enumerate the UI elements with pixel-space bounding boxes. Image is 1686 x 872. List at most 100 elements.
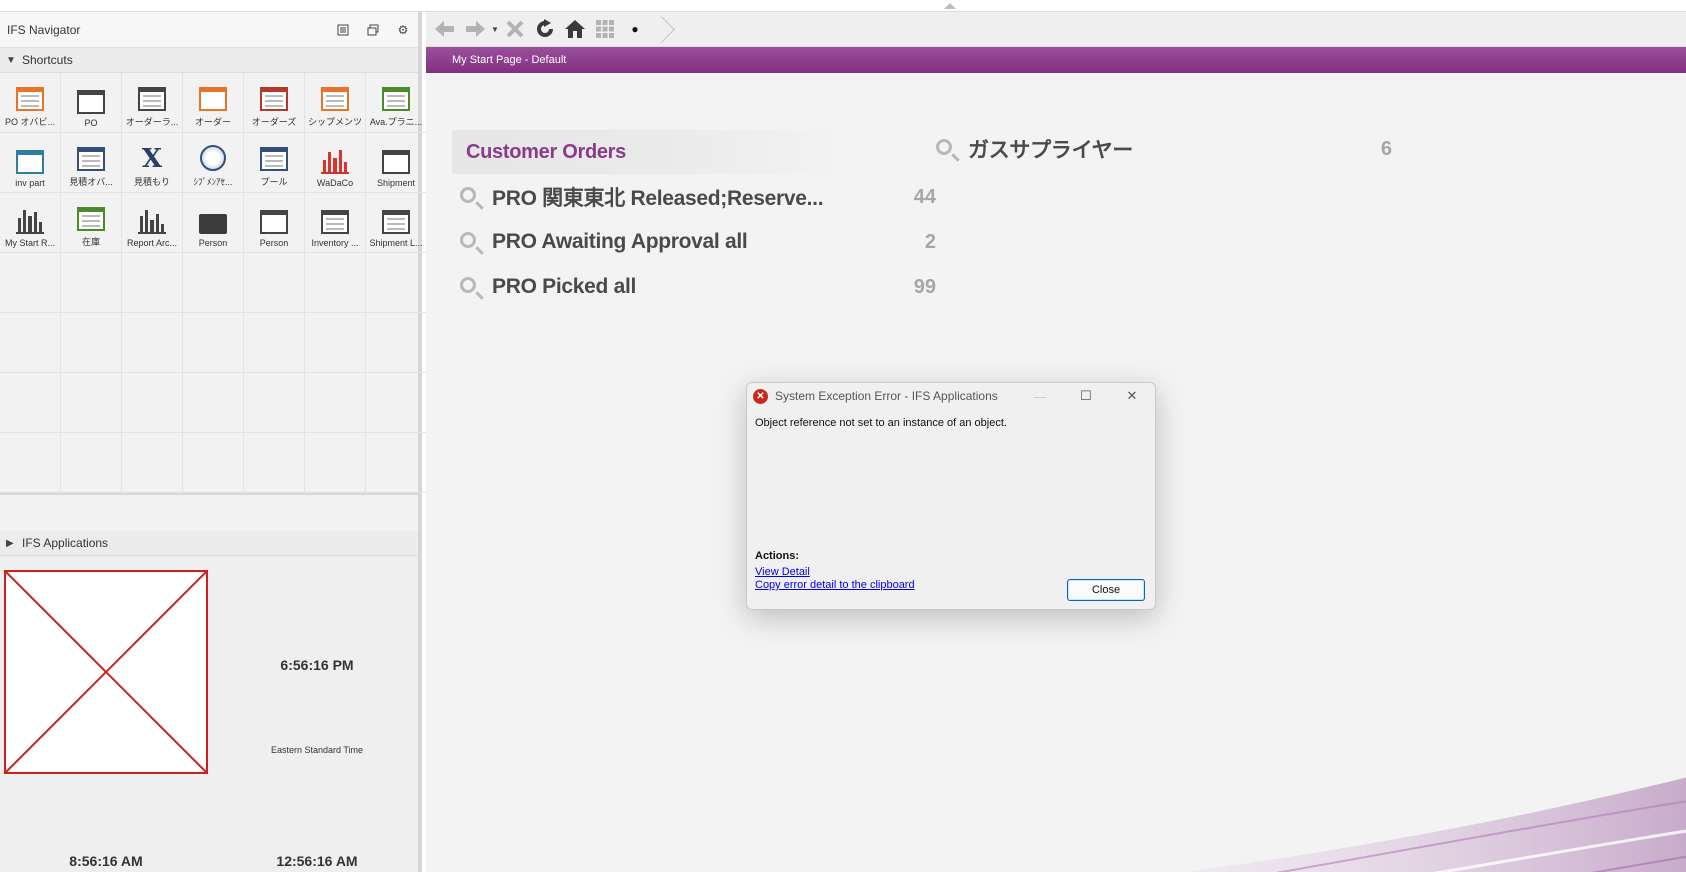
list-settings-icon[interactable] bbox=[328, 12, 358, 48]
shortcut-item[interactable]: オーダーズ bbox=[244, 73, 305, 133]
copy-error-detail-link[interactable]: Copy error detail to the clipboard bbox=[755, 579, 915, 591]
shortcut-item[interactable]: オーダーラ... bbox=[122, 73, 183, 133]
shortcut-item[interactable]: PO bbox=[61, 73, 122, 133]
form-window-icon bbox=[321, 210, 349, 234]
shortcut-item[interactable]: プール bbox=[244, 133, 305, 193]
bar-chart-icon bbox=[16, 210, 44, 234]
folder-icon bbox=[199, 214, 227, 234]
forward-arrow-icon[interactable] bbox=[460, 14, 490, 44]
shortcut-item[interactable]: Report Arc... bbox=[122, 193, 183, 253]
search-icon bbox=[932, 131, 968, 167]
shortcut-item[interactable]: Inventory ... bbox=[305, 193, 366, 253]
shortcut-label: Shipment bbox=[376, 178, 416, 188]
collapse-triangle-icon: ▼ bbox=[6, 54, 16, 66]
shortcuts-label: Shortcuts bbox=[22, 53, 73, 67]
query-row[interactable]: PRO Awaiting Approval all 2 bbox=[456, 224, 936, 260]
maximize-icon[interactable]: ☐ bbox=[1063, 383, 1109, 409]
query-label[interactable]: PRO Awaiting Approval all bbox=[492, 230, 876, 254]
expand-triangle-icon: ▶ bbox=[6, 537, 14, 549]
empty-cell bbox=[122, 253, 183, 313]
empty-cell bbox=[305, 373, 366, 433]
shortcut-item[interactable]: Person bbox=[183, 193, 244, 253]
gear-icon[interactable]: ⚙ bbox=[388, 12, 418, 48]
shortcut-item[interactable]: PO オバビ... bbox=[0, 73, 61, 133]
supplier-query-label[interactable]: ガスサプライヤー bbox=[968, 134, 1332, 164]
empty-cell bbox=[0, 373, 61, 433]
empty-cell bbox=[305, 313, 366, 373]
history-dropdown-icon[interactable]: ▼ bbox=[490, 14, 500, 44]
query-row[interactable]: PRO Picked all 99 bbox=[456, 269, 936, 305]
shortcuts-section-header[interactable]: ▼ Shortcuts bbox=[0, 48, 418, 73]
minimize-icon: — bbox=[1033, 388, 1047, 404]
shortcut-label: Person bbox=[198, 238, 228, 248]
shortcut-label: Ava.プラニ... bbox=[369, 117, 423, 127]
shortcut-item[interactable]: inv part bbox=[0, 133, 61, 193]
grid-icon[interactable] bbox=[590, 14, 620, 44]
shortcut-item[interactable]: Shipment L... bbox=[366, 193, 427, 253]
stop-icon[interactable] bbox=[500, 14, 530, 44]
query-row[interactable]: PRO 関東東北 Released;Reserve... 44 bbox=[456, 179, 936, 215]
clock-secondary-time: 8:56:16 AM bbox=[69, 853, 143, 869]
shortcut-item[interactable]: My Start R... bbox=[0, 193, 61, 253]
home-icon[interactable] bbox=[560, 14, 590, 44]
empty-cell bbox=[61, 433, 122, 493]
restore-window-icon[interactable] bbox=[358, 12, 388, 48]
empty-cell bbox=[183, 313, 244, 373]
query-label[interactable]: PRO Picked all bbox=[492, 275, 876, 299]
shortcut-label: PO オバビ... bbox=[4, 117, 55, 127]
empty-cell bbox=[366, 433, 427, 493]
page-title-bar: My Start Page - Default bbox=[426, 47, 1686, 73]
view-detail-link[interactable]: View Detail bbox=[755, 566, 810, 578]
broken-image-icon bbox=[4, 570, 208, 774]
customer-orders-title: Customer Orders bbox=[466, 140, 626, 163]
dialog-title: System Exception Error - IFS Application… bbox=[775, 389, 998, 403]
shortcut-item[interactable]: オーダー bbox=[183, 73, 244, 133]
empty-cell bbox=[122, 313, 183, 373]
query-label[interactable]: PRO 関東東北 Released;Reserve... bbox=[492, 182, 876, 212]
empty-cell bbox=[305, 433, 366, 493]
refresh-icon[interactable] bbox=[530, 14, 560, 44]
query-count: 44 bbox=[913, 185, 936, 208]
clock-tertiary-time: 12:56:16 AM bbox=[276, 853, 358, 869]
search-icon bbox=[456, 224, 492, 260]
close-button[interactable]: Close bbox=[1067, 579, 1145, 601]
empty-cell bbox=[183, 433, 244, 493]
ifs-applications-section-header[interactable]: ▶ IFS Applications bbox=[0, 531, 418, 556]
bar-chart-icon bbox=[321, 150, 349, 174]
empty-cell bbox=[366, 313, 427, 373]
empty-cell bbox=[366, 373, 427, 433]
shortcut-item[interactable]: 在庫 bbox=[61, 193, 122, 253]
form-window-icon bbox=[260, 87, 288, 111]
close-icon[interactable]: ✕ bbox=[1109, 383, 1155, 409]
navigator-header: IFS Navigator ⚙ bbox=[0, 12, 418, 48]
ifs-applications-label: IFS Applications bbox=[22, 536, 109, 550]
shortcut-label: シップメンツ bbox=[307, 117, 362, 127]
page-title: My Start Page - Default bbox=[452, 54, 567, 66]
form-window-icon bbox=[382, 210, 410, 234]
shortcut-item[interactable]: Shipment bbox=[366, 133, 427, 193]
dialog-title-bar[interactable]: ✕ System Exception Error - IFS Applicati… bbox=[747, 383, 1155, 409]
shortcut-item[interactable]: 見積オバ... bbox=[61, 133, 122, 193]
shortcut-item[interactable]: WaDaCo bbox=[305, 133, 366, 193]
supplier-query-row[interactable]: ガスサプライヤー 6 bbox=[932, 131, 1392, 167]
empty-cell bbox=[0, 433, 61, 493]
shortcut-label: Inventory ... bbox=[311, 238, 359, 248]
navigation-toolbar: ▼ ● bbox=[426, 12, 1686, 47]
back-arrow-icon[interactable] bbox=[430, 14, 460, 44]
collapse-caret-icon[interactable] bbox=[944, 3, 956, 9]
shortcut-label: My Start R... bbox=[4, 238, 55, 248]
form-window-icon bbox=[16, 150, 44, 174]
shortcuts-grid: PO オバビ... PO オーダーラ... オーダー オーダーズ シップメンツ … bbox=[0, 73, 427, 495]
shortcut-label: オーダー bbox=[194, 117, 231, 127]
shortcut-item[interactable]: ｼﾌﾟﾒﾝｱｾ... bbox=[183, 133, 244, 193]
breadcrumb-chevron-icon bbox=[650, 14, 670, 44]
decorative-swoosh bbox=[1186, 777, 1686, 872]
shortcut-item[interactable]: シップメンツ bbox=[305, 73, 366, 133]
shortcut-item[interactable]: X 見積もり bbox=[122, 133, 183, 193]
empty-cell bbox=[61, 373, 122, 433]
dot-icon[interactable]: ● bbox=[620, 14, 650, 44]
shortcut-item[interactable]: Person bbox=[244, 193, 305, 253]
clock-local-time: 6:56:16 PM bbox=[280, 657, 354, 673]
empty-cell bbox=[244, 253, 305, 313]
shortcut-item[interactable]: Ava.プラニ... bbox=[366, 73, 427, 133]
